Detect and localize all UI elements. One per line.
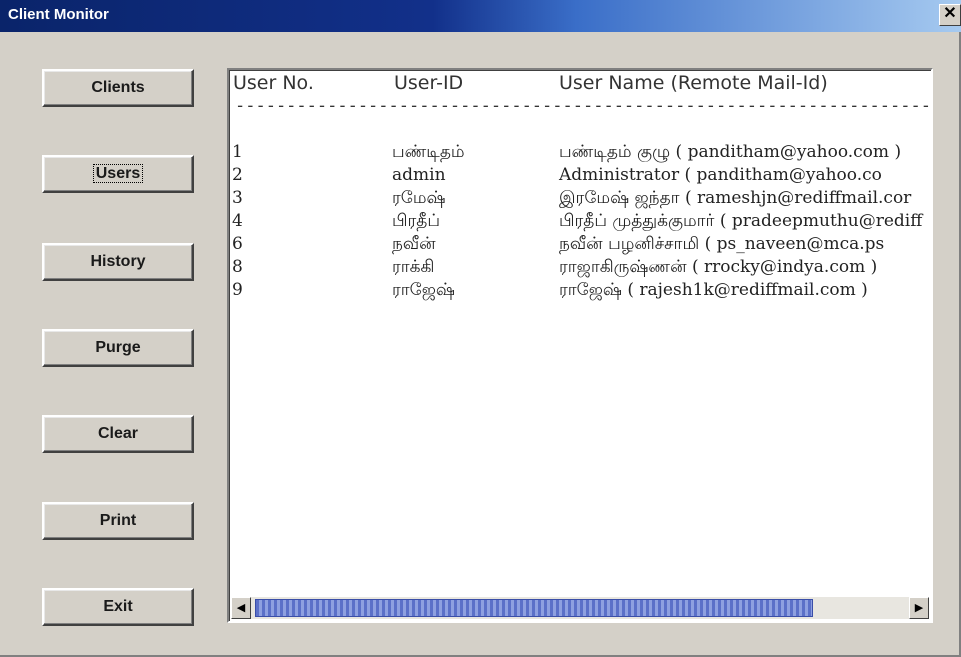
exit-button[interactable]: Exit: [42, 588, 194, 626]
row-user-name: நவீன் பழனிச்சாமி ( ps_naveen@mca.ps: [559, 234, 885, 254]
row-user-no: 8: [232, 257, 243, 277]
list-row: 3 ரமேஷ் இரமேஷ் ஜந்தா ( rameshjn@rediffma…: [229, 188, 931, 210]
row-user-no: 3: [232, 188, 243, 208]
header-separator: ----------------------------------------…: [235, 96, 931, 116]
row-user-no: 4: [232, 211, 243, 231]
clear-button[interactable]: Clear: [42, 415, 194, 453]
list-row: 4 பிரதீப் பிரதீப் முத்துக்குமார் ( prade…: [229, 211, 931, 233]
scroll-left-arrow-icon[interactable]: ◀: [231, 597, 251, 619]
row-user-name: பண்டிதம் குழு ( panditham@yahoo.com ): [559, 142, 902, 162]
row-user-name: இரமேஷ் ஜந்தா ( rameshjn@rediffmail.cor: [559, 188, 912, 208]
scrollbar-thumb[interactable]: [255, 599, 813, 617]
row-user-no: 6: [232, 234, 243, 254]
window-title: Client Monitor: [8, 6, 109, 23]
horizontal-scrollbar[interactable]: ◀ ▶: [231, 597, 929, 619]
purge-button[interactable]: Purge: [42, 329, 194, 367]
purge-button-label: Purge: [95, 339, 141, 356]
row-user-no: 1: [232, 142, 243, 162]
user-list-textarea[interactable]: User No. User-ID User Name (Remote Mail-…: [227, 68, 933, 623]
clients-button-label: Clients: [91, 79, 145, 96]
clients-button[interactable]: Clients: [42, 69, 194, 107]
row-user-id: admin: [392, 165, 446, 185]
row-user-id: நவீன்: [392, 234, 436, 254]
list-row: 8 ராக்கி ராஜாகிருஷ்ணன் ( rrocky@indya.co…: [229, 257, 931, 279]
users-button[interactable]: Users: [42, 155, 194, 193]
clear-button-label: Clear: [97, 425, 139, 442]
header-user-id: User-ID: [394, 72, 464, 94]
users-button-label: Users: [92, 164, 144, 183]
client-monitor-window: Client Monitor ✕ Clients Users History P…: [0, 0, 961, 657]
history-button-label: History: [90, 253, 146, 270]
row-user-name: ராஜாகிருஷ்ணன் ( rrocky@indya.com ): [559, 257, 878, 277]
row-user-name: Administrator ( panditham@yahoo.co: [559, 165, 882, 185]
history-button[interactable]: History: [42, 243, 194, 281]
row-user-id: ரமேஷ்: [392, 188, 446, 208]
row-user-id: பிரதீப்: [392, 211, 441, 231]
print-button[interactable]: Print: [42, 502, 194, 540]
close-icon[interactable]: ✕: [939, 4, 961, 26]
row-user-no: 9: [232, 280, 243, 300]
row-user-id: ராக்கி: [392, 257, 435, 277]
list-row: 9 ராஜேஷ் ராஜேஷ் ( rajesh1k@rediffmail.co…: [229, 280, 931, 302]
exit-button-label: Exit: [103, 598, 133, 615]
title-bar[interactable]: Client Monitor ✕: [0, 0, 961, 32]
row-user-no: 2: [232, 165, 243, 185]
scroll-right-arrow-icon[interactable]: ▶: [909, 597, 929, 619]
header-user-no: User No.: [233, 72, 314, 94]
list-row: 6 நவீன் நவீன் பழனிச்சாமி ( ps_naveen@mca…: [229, 234, 931, 256]
row-user-name: பிரதீப் முத்துக்குமார் ( pradeepmuthu@re…: [559, 211, 923, 231]
row-user-id: பண்டிதம்: [392, 142, 465, 162]
list-row: 1 பண்டிதம் பண்டிதம் குழு ( panditham@yah…: [229, 142, 931, 164]
list-row: 2 admin Administrator ( panditham@yahoo.…: [229, 165, 931, 187]
print-button-label: Print: [99, 512, 137, 529]
header-user-name: User Name (Remote Mail-Id): [559, 72, 828, 94]
row-user-name: ராஜேஷ் ( rajesh1k@rediffmail.com ): [559, 280, 868, 300]
row-user-id: ராஜேஷ்: [392, 280, 455, 300]
